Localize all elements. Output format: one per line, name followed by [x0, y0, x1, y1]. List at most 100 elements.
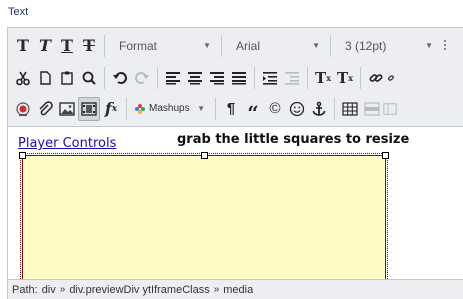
path-label: Path: — [12, 283, 38, 296]
underline-button[interactable]: T — [56, 34, 78, 58]
double-chevron-right-icon: » — [59, 284, 66, 295]
show-blocks-button[interactable]: ¶ — [220, 97, 242, 121]
table-row-icon — [364, 101, 380, 116]
record-button[interactable] — [12, 97, 34, 121]
subscript-mark: x — [348, 72, 353, 83]
editor-content-area[interactable]: Player Controls grab the little squares … — [8, 128, 463, 279]
unlink-button[interactable] — [387, 66, 397, 90]
copyright-icon: © — [269, 100, 281, 117]
double-chevron-right-icon: » — [213, 284, 220, 295]
redo-button[interactable] — [131, 66, 153, 90]
strikethrough-button[interactable]: T — [78, 34, 100, 58]
find-button[interactable] — [78, 66, 100, 90]
outdent-button[interactable] — [281, 66, 303, 90]
insert-table-button[interactable] — [339, 97, 361, 121]
copy-button[interactable] — [34, 66, 56, 90]
quote-icon: “ — [247, 100, 259, 125]
path-crumb-preview-div[interactable]: div.previewDiv ytIframeClass — [69, 284, 209, 296]
special-character-button[interactable]: © — [264, 97, 286, 121]
insert-image-button[interactable] — [56, 97, 78, 121]
table-column-button[interactable] — [383, 97, 397, 121]
embedded-media-frame[interactable] — [19, 152, 389, 279]
chevron-down-icon: ▼ — [197, 104, 205, 113]
player-controls-link[interactable]: Player Controls — [18, 136, 116, 151]
superscript-mark: x — [326, 72, 331, 83]
toolbar-separator — [126, 97, 127, 120]
table-column-icon — [383, 102, 397, 115]
italic-button[interactable]: T — [34, 34, 56, 58]
resize-instruction-text: grab the little squares to resize — [177, 132, 410, 147]
bullet-list-button[interactable] — [259, 66, 281, 90]
unlink-icon — [388, 74, 394, 81]
record-icon — [16, 101, 30, 116]
align-left-icon — [166, 71, 180, 84]
toolbar-overflow-grip-icon[interactable] — [439, 34, 451, 58]
anchor-icon — [312, 101, 326, 116]
table-icon — [342, 101, 358, 116]
superscript-button[interactable]: Tx — [312, 66, 334, 90]
copy-icon — [40, 70, 51, 85]
clipboard-icon — [61, 71, 73, 85]
smiley-icon — [289, 101, 305, 116]
function-glyph: f — [104, 99, 112, 118]
math-formula-button[interactable]: fx — [100, 97, 122, 121]
path-crumb-div[interactable]: div — [42, 284, 56, 296]
text-editor-widget: Text T T T T Format ▼ Arial ▼ 3 (12pt) ▼… — [0, 0, 463, 299]
toolbar-separator — [330, 34, 331, 57]
insert-link-button[interactable] — [365, 66, 387, 90]
cut-button[interactable] — [12, 66, 34, 90]
toolbar-separator — [307, 66, 308, 89]
anchor-button[interactable] — [308, 97, 330, 121]
resize-handle-top-left[interactable] — [19, 152, 26, 159]
font-family-label: Arial — [236, 38, 261, 53]
chevron-down-icon: ▼ — [425, 41, 433, 50]
film-icon — [81, 101, 97, 116]
function-sub: x — [111, 103, 118, 114]
emoticon-button[interactable] — [286, 97, 308, 121]
scissors-icon — [16, 71, 30, 85]
align-center-icon — [188, 71, 202, 84]
bold-button[interactable]: T — [12, 34, 34, 58]
font-family-dropdown[interactable]: Arial ▼ — [226, 34, 326, 58]
insert-media-button[interactable] — [78, 96, 100, 121]
mashups-dropdown[interactable]: Mashups ▼ — [131, 97, 211, 121]
image-icon — [59, 101, 75, 116]
toolbar-row-3: fx Mashups ▼ ¶ “ © — [8, 93, 463, 124]
undo-icon — [113, 71, 127, 84]
magnifier-icon — [82, 71, 96, 85]
subscript-glyph: T — [337, 68, 349, 87]
font-size-dropdown[interactable]: 3 (12pt) ▼ — [335, 34, 439, 58]
paste-button[interactable] — [56, 66, 78, 90]
toolbar-separator — [360, 66, 361, 89]
justify-button[interactable] — [228, 66, 250, 90]
editor-toolbar: T T T T Format ▼ Arial ▼ 3 (12pt) ▼ T x … — [8, 28, 463, 127]
toolbar-separator — [104, 66, 105, 89]
subscript-button[interactable]: Tx — [334, 66, 356, 90]
path-crumb-media[interactable]: media — [223, 284, 253, 296]
resize-handle-top-center[interactable] — [201, 152, 208, 159]
table-row-button[interactable] — [361, 97, 383, 121]
blockquote-button[interactable]: “ — [242, 97, 264, 125]
list-indent-icon — [263, 71, 277, 85]
resize-handle-top-right[interactable] — [382, 152, 389, 159]
field-label: Text — [8, 6, 29, 18]
align-left-button[interactable] — [162, 66, 184, 90]
paperclip-icon — [39, 100, 53, 115]
mashups-label: Mashups — [149, 103, 190, 114]
toolbar-row-1: T T T T Format ▼ Arial ▼ 3 (12pt) ▼ — [8, 30, 463, 61]
toolbar-separator — [334, 97, 335, 120]
attach-file-button[interactable] — [34, 97, 56, 121]
align-center-button[interactable] — [184, 66, 206, 90]
grip-dots-icon — [444, 39, 446, 50]
toolbar-separator — [221, 34, 222, 57]
format-dropdown-label: Format — [119, 38, 158, 53]
mashups-icon — [135, 103, 145, 114]
format-dropdown[interactable]: Format ▼ — [109, 34, 217, 58]
align-right-button[interactable] — [206, 66, 228, 90]
toolbar-separator — [157, 66, 158, 89]
toolbar-separator — [104, 34, 105, 57]
list-outdent-icon — [285, 71, 299, 85]
pilcrow-icon: ¶ — [226, 100, 236, 117]
element-path-statusbar: Path: div » div.previewDiv ytIframeClass… — [8, 279, 463, 299]
undo-button[interactable] — [109, 66, 131, 90]
